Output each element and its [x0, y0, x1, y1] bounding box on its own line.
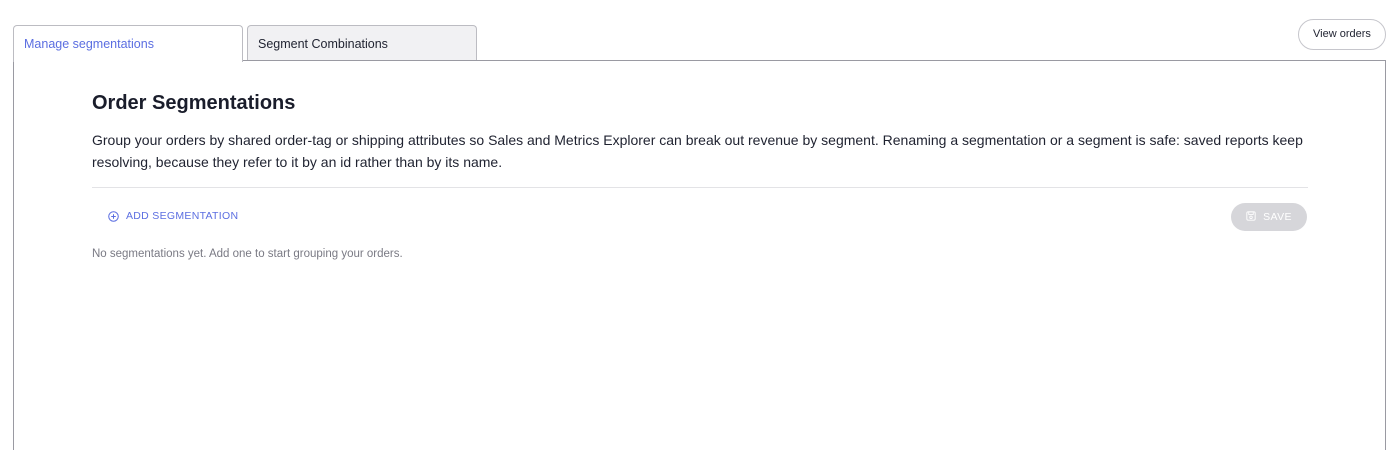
- save-label: SAVE: [1263, 211, 1292, 223]
- floppy-disk-icon: [1246, 210, 1256, 224]
- page-description: Group your orders by shared order-tag or…: [92, 132, 1303, 170]
- tab-panel: Order Segmentations Group your orders by…: [13, 60, 1386, 450]
- divider: [92, 187, 1308, 188]
- plus-circle-icon: [108, 210, 119, 222]
- view-orders-button[interactable]: View orders: [1298, 19, 1386, 50]
- tab-manage-segmentations[interactable]: Manage segmentations: [13, 25, 243, 62]
- add-segmentation-label: ADD SEGMENTATION: [126, 210, 239, 222]
- add-segmentation-button[interactable]: ADD SEGMENTATION: [108, 206, 238, 226]
- page-title: Order Segmentations: [92, 92, 296, 114]
- tab-segment-combinations[interactable]: Segment Combinations: [247, 25, 477, 61]
- empty-state-message: No segmentations yet. Add one to start g…: [92, 248, 403, 260]
- save-button[interactable]: SAVE: [1231, 203, 1307, 231]
